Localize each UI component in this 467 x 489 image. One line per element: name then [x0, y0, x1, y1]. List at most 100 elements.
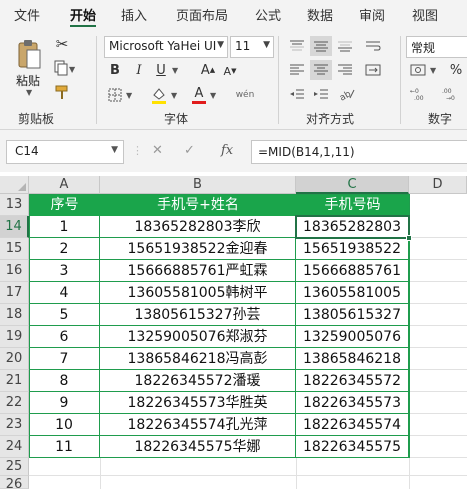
font-color-dropdown-icon[interactable]: ▼ — [210, 91, 216, 100]
name-box[interactable]: C14 ▼ — [6, 140, 124, 164]
fill-handle[interactable] — [406, 235, 412, 241]
align-center-icon[interactable] — [310, 60, 332, 80]
tab-data[interactable]: 数据 — [307, 5, 333, 24]
paste-label[interactable]: 粘贴 — [16, 72, 40, 89]
row-header[interactable]: 14 — [0, 216, 29, 238]
font-size-combo[interactable]: 11 ▼ — [230, 36, 274, 58]
borders-icon[interactable] — [106, 86, 124, 104]
row-header[interactable]: 19 — [0, 326, 29, 348]
italic-button[interactable]: I — [130, 60, 148, 80]
table-header-cell[interactable]: 手机号+姓名 — [100, 194, 296, 216]
table-cell[interactable]: 15651938522金迎春 — [100, 238, 296, 260]
tab-view[interactable]: 视图 — [412, 5, 438, 24]
table-cell[interactable]: 18226345574孔光萍 — [100, 414, 296, 436]
select-all-button[interactable] — [0, 176, 29, 194]
table-cell[interactable]: 18226345573 — [296, 392, 409, 414]
format-painter-icon[interactable] — [52, 82, 72, 102]
insert-function-icon[interactable]: fx — [221, 143, 233, 158]
percent-style-icon[interactable]: % — [446, 60, 466, 80]
table-cell[interactable]: 18365282803李欣 — [100, 216, 296, 238]
decrease-indent-icon[interactable] — [286, 84, 308, 104]
row-header[interactable]: 18 — [0, 304, 29, 326]
row-header[interactable]: 24 — [0, 436, 29, 458]
table-cell[interactable]: 18226345572 — [296, 370, 409, 392]
table-cell[interactable]: 5 — [29, 304, 100, 326]
table-cell[interactable]: 10 — [29, 414, 100, 436]
table-cell[interactable]: 13865846218冯高彭 — [100, 348, 296, 370]
table-cell[interactable]: 13805615327 — [296, 304, 409, 326]
orientation-icon[interactable]: ab — [334, 84, 360, 104]
row-header[interactable]: 22 — [0, 392, 29, 414]
table-cell[interactable]: 15666885761严虹霖 — [100, 260, 296, 282]
table-cell[interactable]: 18365282803 — [296, 216, 409, 238]
align-bottom-icon[interactable] — [334, 36, 356, 56]
row-header[interactable]: 16 — [0, 260, 29, 282]
cut-icon[interactable]: ✂ — [52, 34, 72, 54]
column-header-d[interactable]: D — [409, 176, 467, 194]
grow-font-button[interactable]: A ▲ — [200, 60, 216, 80]
table-cell[interactable]: 11 — [29, 436, 100, 458]
align-middle-icon[interactable] — [310, 36, 332, 56]
row-header[interactable]: 17 — [0, 282, 29, 304]
table-cell[interactable]: 15651938522 — [296, 238, 409, 260]
table-header-cell[interactable]: 手机号码 — [296, 194, 409, 216]
table-cell[interactable]: 18226345572潘瑗 — [100, 370, 296, 392]
table-cell[interactable]: 18226345573华胜英 — [100, 392, 296, 414]
copy-icon[interactable]: ▼ — [52, 58, 78, 78]
table-cell[interactable]: 18226345575华娜 — [100, 436, 296, 458]
tab-formulas[interactable]: 公式 — [255, 5, 281, 24]
align-right-icon[interactable] — [334, 60, 356, 80]
table-cell[interactable]: 13259005076 — [296, 326, 409, 348]
increase-decimal-icon[interactable]: ←0.00 — [408, 84, 434, 104]
chevron-down-icon[interactable]: ▼ — [263, 40, 270, 50]
table-cell[interactable]: 6 — [29, 326, 100, 348]
column-header-b[interactable]: B — [100, 176, 296, 194]
chevron-down-icon[interactable]: ▼ — [217, 40, 224, 50]
row-header[interactable]: 13 — [0, 194, 29, 216]
enter-icon[interactable]: ✓ — [184, 143, 195, 158]
row-header[interactable]: 15 — [0, 238, 29, 260]
font-color-button[interactable]: A — [190, 84, 208, 106]
merge-center-icon[interactable] — [362, 60, 384, 80]
tab-home[interactable]: 开始 — [70, 5, 96, 24]
row-header[interactable]: 20 — [0, 348, 29, 370]
table-cell[interactable]: 3 — [29, 260, 100, 282]
fill-color-dropdown-icon[interactable]: ▼ — [171, 91, 177, 100]
row-header[interactable]: 26 — [0, 476, 29, 489]
table-cell[interactable]: 13605581005韩树平 — [100, 282, 296, 304]
table-cell[interactable]: 15666885761 — [296, 260, 409, 282]
formula-input[interactable]: =MID(B14,1,11) — [251, 140, 467, 164]
column-header-a[interactable]: A — [29, 176, 100, 194]
underline-dropdown-icon[interactable]: ▼ — [172, 66, 178, 75]
accounting-dropdown-icon[interactable]: ▼ — [430, 66, 436, 75]
phonetic-guide-icon[interactable]: wén — [234, 84, 256, 106]
wrap-text-icon[interactable] — [362, 36, 384, 56]
row-header[interactable]: 25 — [0, 458, 29, 476]
table-cell[interactable]: 13865846218 — [296, 348, 409, 370]
shrink-font-button[interactable]: A ▼ — [222, 62, 238, 80]
decrease-decimal-icon[interactable]: .00 →0 — [440, 84, 466, 104]
row-header[interactable]: 21 — [0, 370, 29, 392]
tab-review[interactable]: 审阅 — [359, 5, 385, 24]
font-name-combo[interactable]: Microsoft YaHei UI ▼ — [104, 36, 228, 58]
table-header-cell[interactable]: 序号 — [29, 194, 100, 216]
cancel-icon[interactable]: ✕ — [152, 143, 163, 158]
tab-page-layout[interactable]: 页面布局 — [176, 5, 228, 24]
borders-dropdown-icon[interactable]: ▼ — [126, 91, 132, 100]
table-cell[interactable]: 18226345575 — [296, 436, 409, 458]
table-cell[interactable]: 1 — [29, 216, 100, 238]
bold-button[interactable]: B — [106, 60, 124, 80]
tab-insert[interactable]: 插入 — [121, 5, 147, 24]
table-cell[interactable]: 8 — [29, 370, 100, 392]
paste-dropdown-icon[interactable]: ▼ — [26, 88, 32, 97]
align-top-icon[interactable] — [286, 36, 308, 56]
table-cell[interactable]: 4 — [29, 282, 100, 304]
fill-color-icon[interactable] — [150, 84, 168, 106]
table-cell[interactable]: 13259005076郑淑芬 — [100, 326, 296, 348]
table-cell[interactable]: 2 — [29, 238, 100, 260]
row-header[interactable]: 23 — [0, 414, 29, 436]
table-cell[interactable]: 13805615327孙芸 — [100, 304, 296, 326]
accounting-format-icon[interactable] — [408, 60, 428, 80]
number-format-combo[interactable]: 常规 — [406, 36, 467, 58]
underline-button[interactable]: U — [152, 60, 170, 80]
